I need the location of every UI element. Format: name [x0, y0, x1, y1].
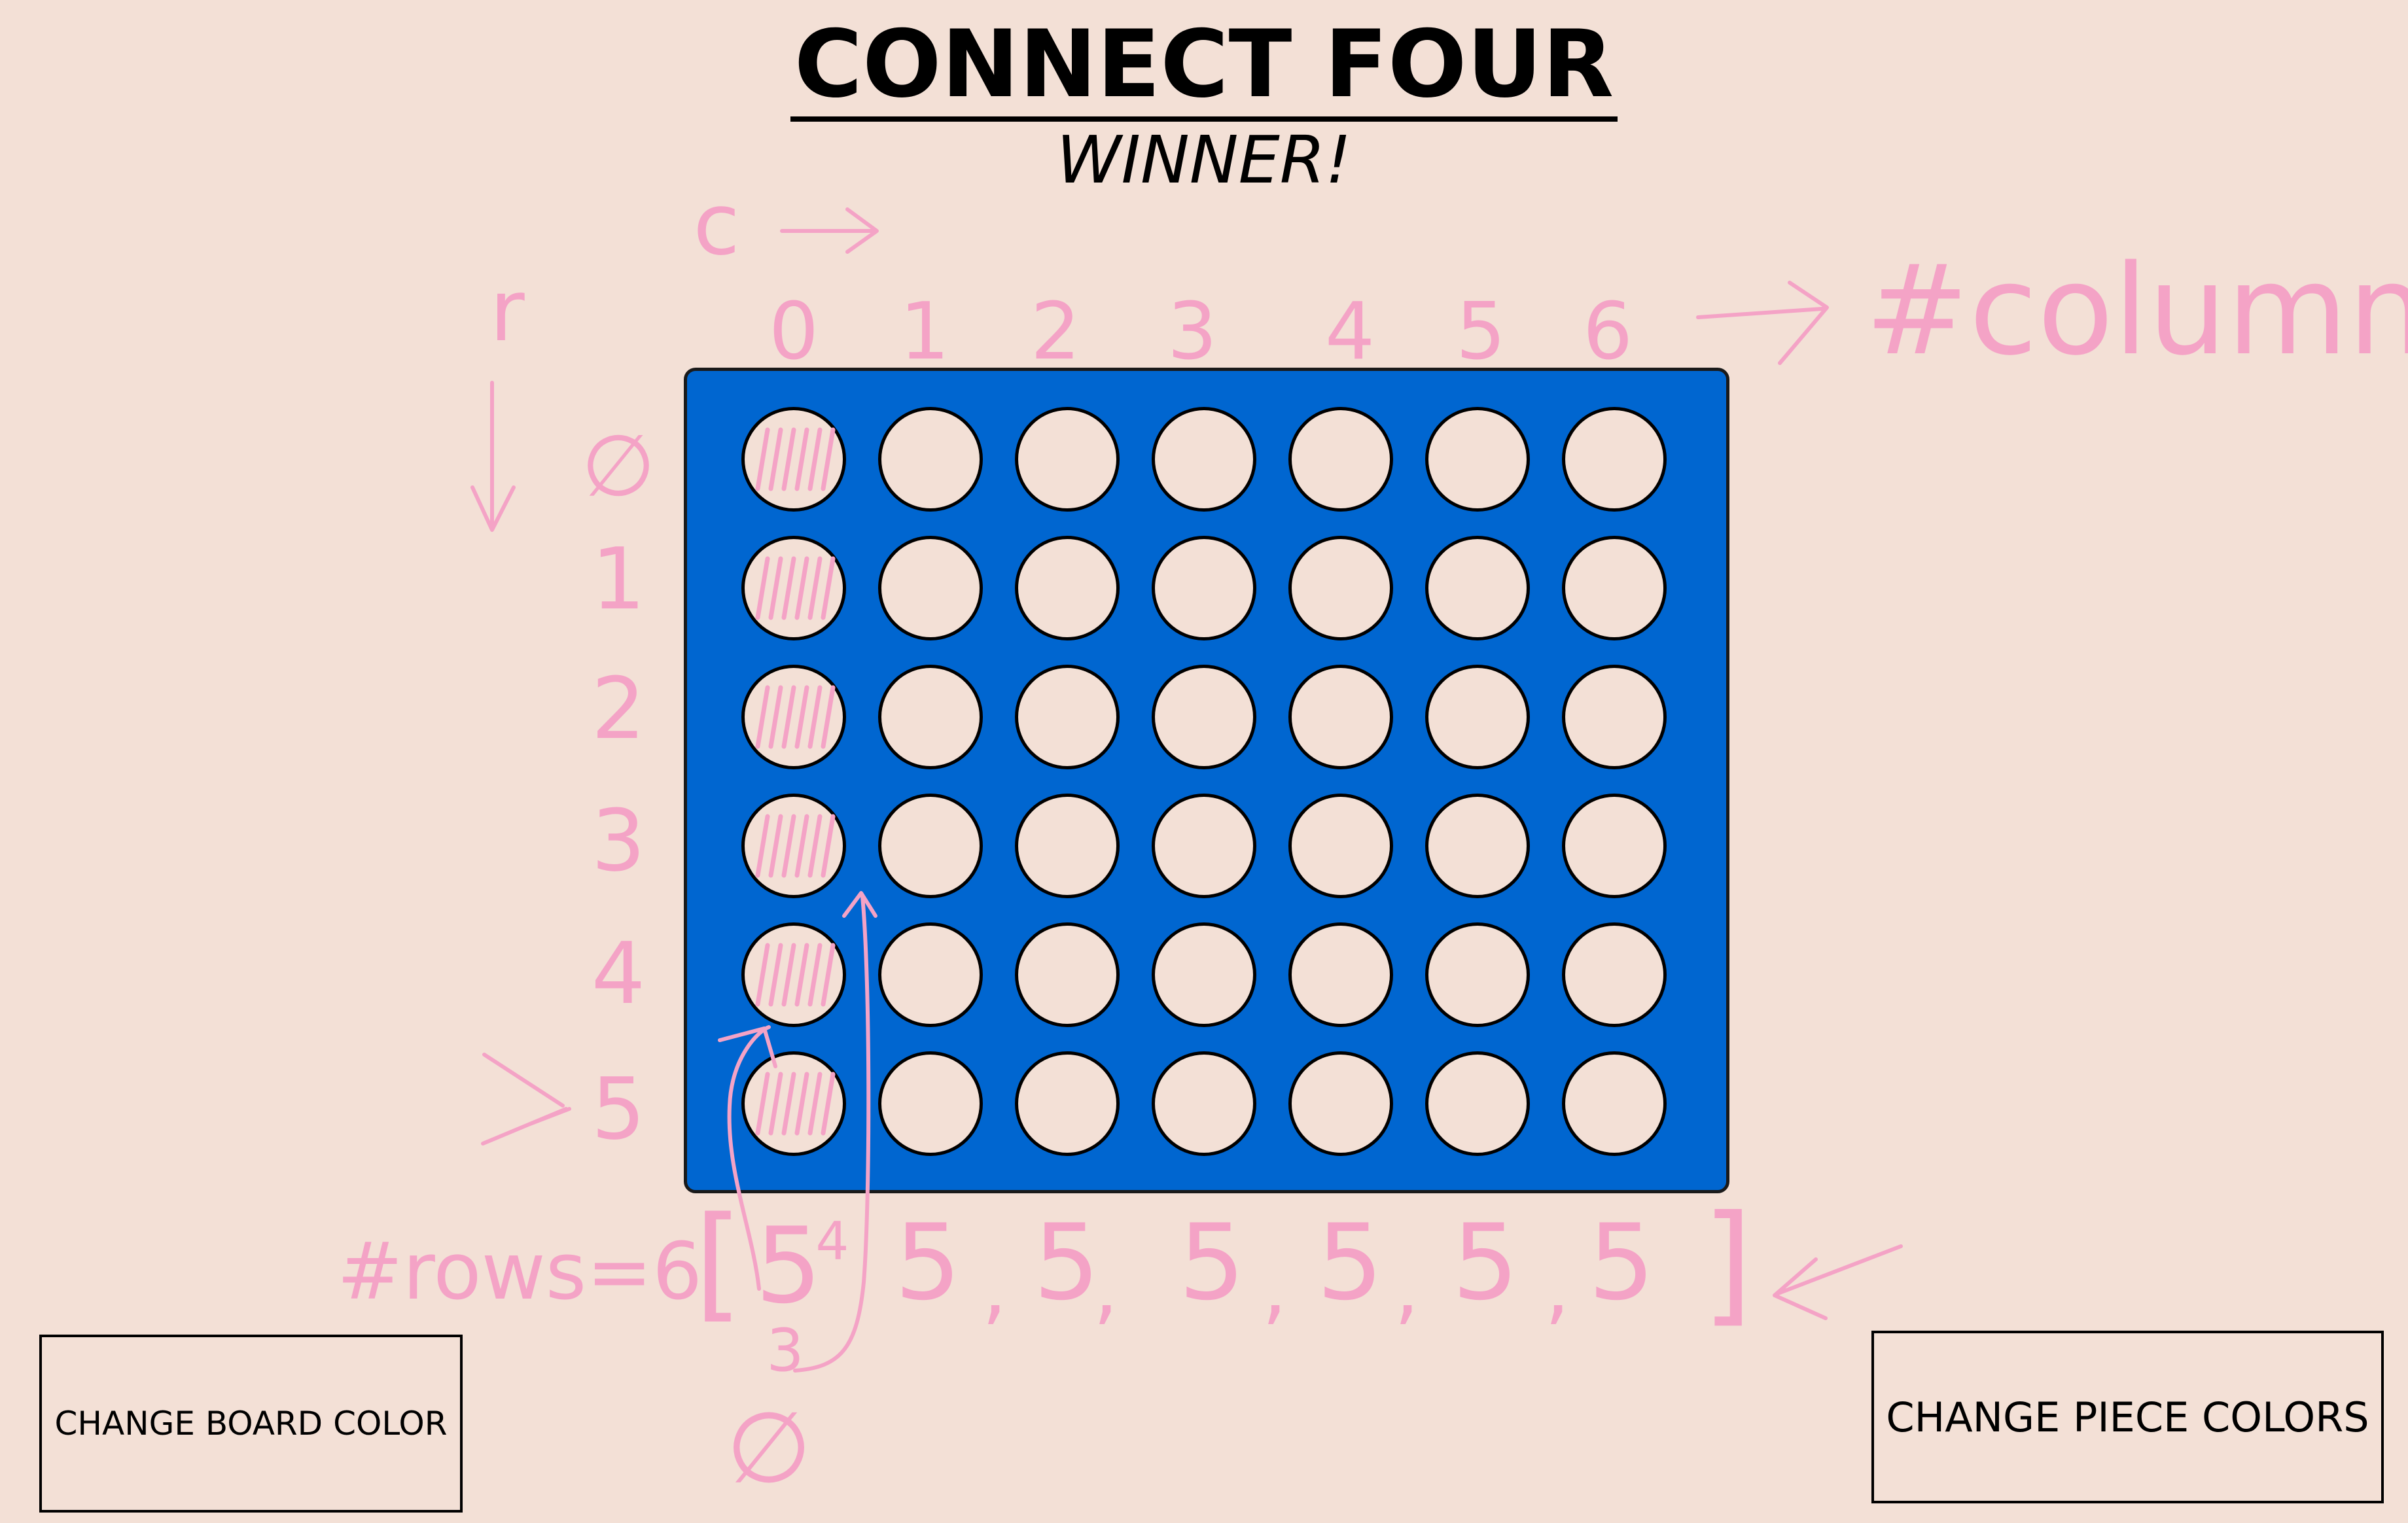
board-cell-r5-c6[interactable] — [1562, 1051, 1667, 1156]
change-piece-colors-button[interactable]: CHANGE PIECE COLORS — [1871, 1331, 2384, 1503]
last-row-arrow — [481, 1053, 571, 1146]
array-comma-4: , — [1394, 1243, 1419, 1334]
row-axis-label: r — [489, 261, 525, 360]
board-cell-r2-c2[interactable] — [1015, 665, 1120, 769]
below-array-zero: ∅ — [726, 1392, 812, 1505]
row-index-2: 2 — [592, 659, 646, 758]
array-comma-2: , — [1093, 1243, 1118, 1334]
column-index-2: 2 — [1031, 287, 1080, 377]
board-cell-r0-c1[interactable] — [878, 407, 983, 512]
array-close-bracket: ] — [1702, 1187, 1753, 1340]
connect-four-page: CONNECT FOUR WINNER! CHANGE BOARD COLOR … — [0, 0, 2408, 1523]
board-cell-r4-c0[interactable] — [741, 922, 846, 1027]
board-cell-r2-c5[interactable] — [1425, 665, 1530, 769]
columns-count-note: #columns=7 — [1865, 238, 2408, 383]
board-cell-r2-c1[interactable] — [878, 665, 983, 769]
column-index-0: 0 — [769, 287, 819, 377]
row-index-0: ∅ — [581, 416, 655, 516]
board-cell-r1-c0[interactable] — [741, 536, 846, 640]
column-index-3: 3 — [1167, 287, 1217, 377]
column-direction-arrow — [780, 207, 879, 254]
board-cell-r0-c2[interactable] — [1015, 407, 1120, 512]
array-comma-3: , — [1262, 1243, 1287, 1334]
board-cell-r1-c4[interactable] — [1288, 536, 1393, 640]
board-cell-r4-c4[interactable] — [1288, 922, 1393, 1027]
array-comma-1: , — [982, 1243, 1007, 1334]
board-cell-r3-c4[interactable] — [1288, 794, 1393, 898]
board-cell-r5-c5[interactable] — [1425, 1051, 1530, 1156]
array-value-6: 5 — [1588, 1201, 1655, 1323]
board-cell-r0-c0[interactable] — [741, 407, 846, 512]
board-cell-r1-c6[interactable] — [1562, 536, 1667, 640]
array-value-1: 5 — [894, 1201, 961, 1323]
array-value-3: 5 — [1178, 1201, 1245, 1323]
board-cell-r5-c2[interactable] — [1015, 1051, 1120, 1156]
row-direction-arrow — [470, 381, 516, 532]
array-value-5: 5 — [1452, 1201, 1519, 1323]
board-cell-r0-c6[interactable] — [1562, 407, 1667, 512]
board-cell-r5-c1[interactable] — [878, 1051, 983, 1156]
board-cell-r3-c2[interactable] — [1015, 794, 1120, 898]
board-cell-r2-c0[interactable] — [741, 665, 846, 769]
board-cell-r4-c5[interactable] — [1425, 922, 1530, 1027]
columns-note-arrow — [1696, 281, 1829, 365]
row-index-3: 3 — [592, 791, 646, 890]
board-cell-r0-c3[interactable] — [1152, 407, 1256, 512]
row-index-4: 4 — [592, 924, 646, 1023]
board-cell-r4-c1[interactable] — [878, 922, 983, 1027]
row-index-1: 1 — [592, 529, 646, 629]
board-cell-r3-c1[interactable] — [878, 794, 983, 898]
game-title-text: CONNECT FOUR — [790, 18, 1618, 122]
board-cell-r1-c2[interactable] — [1015, 536, 1120, 640]
array-comma-5: , — [1545, 1243, 1570, 1334]
game-board — [684, 368, 1729, 1193]
row-index-5: 5 — [592, 1059, 646, 1159]
game-status: WINNER! — [1056, 122, 1352, 198]
array-open-bracket: [ — [694, 1190, 743, 1335]
board-cell-r2-c3[interactable] — [1152, 665, 1256, 769]
column-index-5: 5 — [1456, 287, 1506, 377]
rows-count-note: #rows=6 — [337, 1227, 702, 1318]
board-cell-r4-c2[interactable] — [1015, 922, 1120, 1027]
array-arrow — [1773, 1244, 1903, 1320]
below-array-scratch: 3 — [766, 1316, 804, 1385]
board-cell-r4-c6[interactable] — [1562, 922, 1667, 1027]
board-cell-r3-c0[interactable] — [741, 794, 846, 898]
game-title: CONNECT FOUR — [0, 18, 2408, 122]
board-cell-r0-c5[interactable] — [1425, 407, 1530, 512]
board-cell-r5-c4[interactable] — [1288, 1051, 1393, 1156]
board-cell-r3-c5[interactable] — [1425, 794, 1530, 898]
board-cell-r1-c3[interactable] — [1152, 536, 1256, 640]
change-board-color-button[interactable]: CHANGE BOARD COLOR — [39, 1335, 463, 1513]
board-cell-r1-c5[interactable] — [1425, 536, 1530, 640]
array-value-4: 5 — [1317, 1201, 1383, 1323]
array-value-2: 5 — [1033, 1201, 1100, 1323]
board-cell-r2-c6[interactable] — [1562, 665, 1667, 769]
board-cell-r3-c6[interactable] — [1562, 794, 1667, 898]
board-cell-r5-c3[interactable] — [1152, 1051, 1256, 1156]
board-cell-r2-c4[interactable] — [1288, 665, 1393, 769]
array-first-value: 5 — [755, 1204, 822, 1327]
column-index-4: 4 — [1325, 287, 1375, 377]
column-index-1: 1 — [900, 287, 949, 377]
array-first-overwrite: 4 — [816, 1211, 849, 1272]
board-cell-r0-c4[interactable] — [1288, 407, 1393, 512]
board-cell-r1-c1[interactable] — [878, 536, 983, 640]
board-cell-r5-c0[interactable] — [741, 1051, 846, 1156]
column-index-6: 6 — [1583, 287, 1633, 377]
board-cell-r3-c3[interactable] — [1152, 794, 1256, 898]
board-cell-r4-c3[interactable] — [1152, 922, 1256, 1027]
